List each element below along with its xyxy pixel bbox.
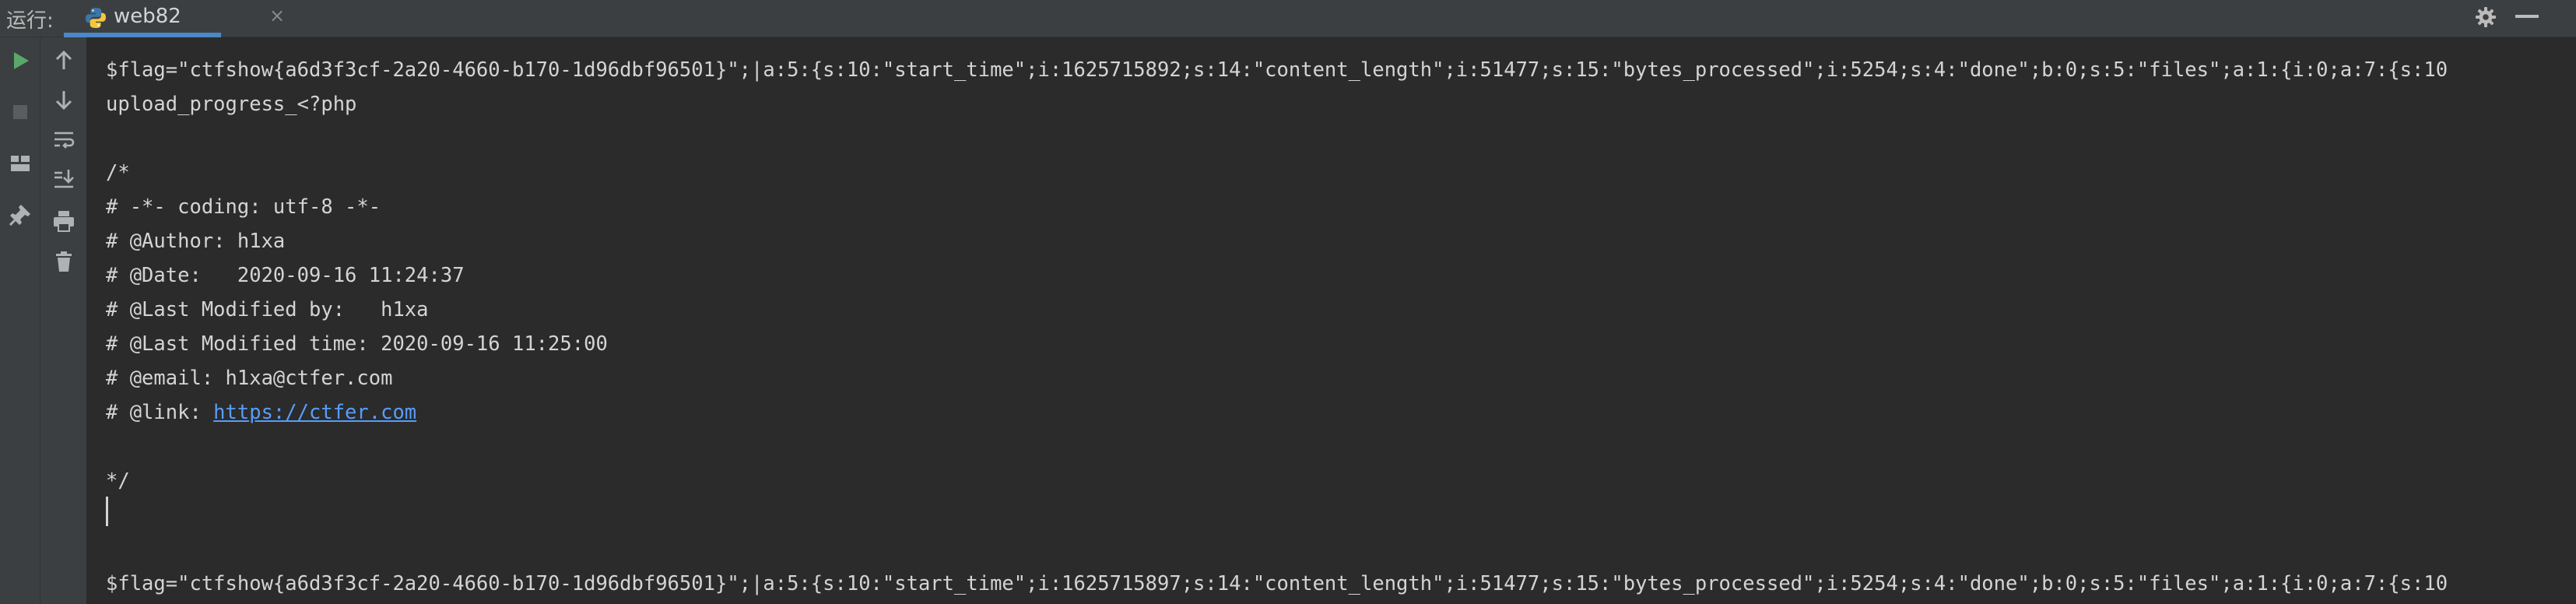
run-label: 运行: — [6, 9, 54, 33]
left-toolbar-console — [40, 37, 87, 604]
tab-label: web82 — [114, 5, 181, 28]
console-line: upload_progress_<?php — [106, 93, 357, 116]
trash-icon[interactable] — [51, 249, 76, 274]
console-line-link: # @link: https://ctfer.com — [106, 395, 416, 430]
print-icon[interactable] — [51, 209, 76, 234]
text-caret — [106, 497, 108, 526]
console-line: # @Last Modified by: h1xa — [106, 298, 429, 321]
console-line: # @Last Modified time: 2020-09-16 11:25:… — [106, 332, 608, 356]
console-line: */ — [106, 469, 130, 493]
minimize-icon[interactable] — [2515, 15, 2539, 18]
python-icon — [84, 6, 107, 30]
arrow-down-icon[interactable] — [51, 87, 76, 112]
console-link[interactable]: https://ctfer.com — [213, 401, 416, 424]
layout-icon[interactable] — [8, 151, 33, 176]
tab-web82[interactable]: web82 × — [84, 0, 285, 37]
soft-wrap-icon[interactable] — [51, 128, 76, 153]
console-line: $flag="ctfshow{a6d3f3cf-2a20-4660-b170-1… — [106, 572, 2448, 595]
console-line: # @email: h1xa@ctfer.com — [106, 367, 393, 390]
console-line: # -*- coding: utf-8 -*- — [106, 195, 381, 219]
left-toolbar-primary — [0, 37, 40, 604]
pin-icon[interactable] — [8, 202, 33, 227]
console-line: # @Author: h1xa — [106, 230, 286, 253]
gear-icon[interactable] — [2472, 3, 2500, 31]
scroll-to-end-icon[interactable] — [51, 167, 76, 191]
close-icon[interactable]: × — [269, 5, 285, 26]
console-line-prefix: # @link: — [106, 401, 214, 424]
console-output[interactable]: $flag="ctfshow{a6d3f3cf-2a20-4660-b170-1… — [87, 37, 2576, 604]
console-line: # @Date: 2020-09-16 11:24:37 — [106, 264, 465, 287]
run-icon[interactable] — [8, 48, 33, 73]
run-toolwindow-header: 运行: web82 × — [0, 0, 2576, 37]
arrow-up-icon[interactable] — [51, 48, 76, 73]
stop-icon[interactable] — [8, 100, 33, 125]
console-line: /* — [106, 161, 130, 184]
console-line: $flag="ctfshow{a6d3f3cf-2a20-4660-b170-1… — [106, 58, 2448, 82]
